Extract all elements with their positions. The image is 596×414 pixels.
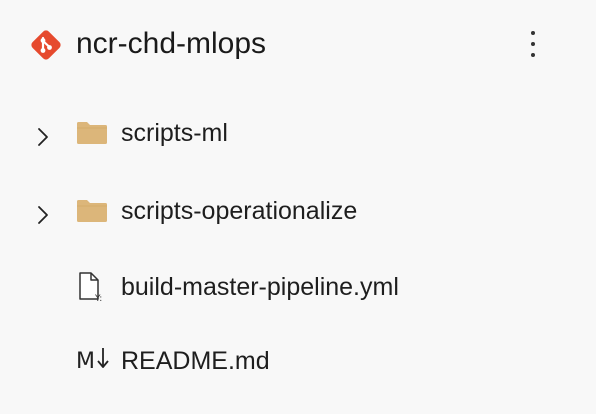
yaml-file-icon: Y: bbox=[76, 271, 108, 308]
svg-text:M: M bbox=[76, 349, 95, 374]
tree-item-label: scripts-operationalize bbox=[121, 197, 358, 225]
folder-icon bbox=[76, 121, 108, 150]
chevron-right-icon[interactable] bbox=[34, 126, 52, 148]
tree-item-readme[interactable]: M README.md bbox=[0, 332, 596, 392]
tree-item-label: build-master-pipeline.yml bbox=[121, 273, 399, 301]
repo-name: ncr-chd-mlops bbox=[76, 27, 267, 60]
more-options-button[interactable] bbox=[518, 26, 548, 62]
tree-item-label: README.md bbox=[121, 347, 270, 375]
git-repo-icon bbox=[30, 29, 62, 61]
more-vertical-icon bbox=[531, 31, 535, 57]
folder-icon bbox=[76, 199, 108, 228]
chevron-right-icon[interactable] bbox=[34, 204, 52, 226]
repo-header: ncr-chd-mlops bbox=[0, 0, 596, 90]
tree-item-scripts-operationalize[interactable]: scripts-operationalize bbox=[0, 182, 596, 242]
svg-text:Y:: Y: bbox=[94, 294, 102, 303]
tree-item-label: scripts-ml bbox=[121, 119, 228, 147]
markdown-icon: M bbox=[76, 344, 112, 379]
tree-item-build-master-pipeline[interactable]: Y: build-master-pipeline.yml bbox=[0, 258, 596, 318]
tree-item-scripts-ml[interactable]: scripts-ml bbox=[0, 104, 596, 164]
